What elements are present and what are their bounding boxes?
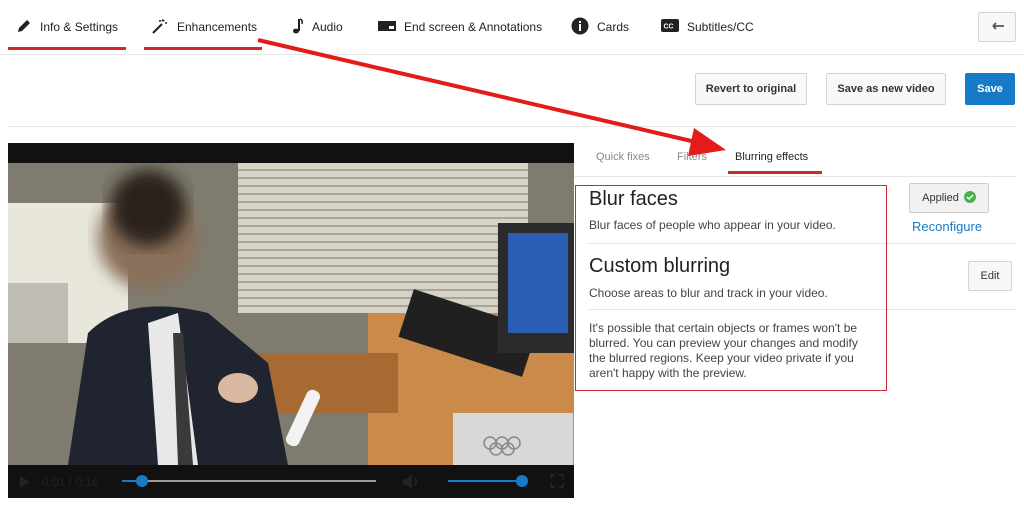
annotation-arrow: [257, 38, 726, 156]
